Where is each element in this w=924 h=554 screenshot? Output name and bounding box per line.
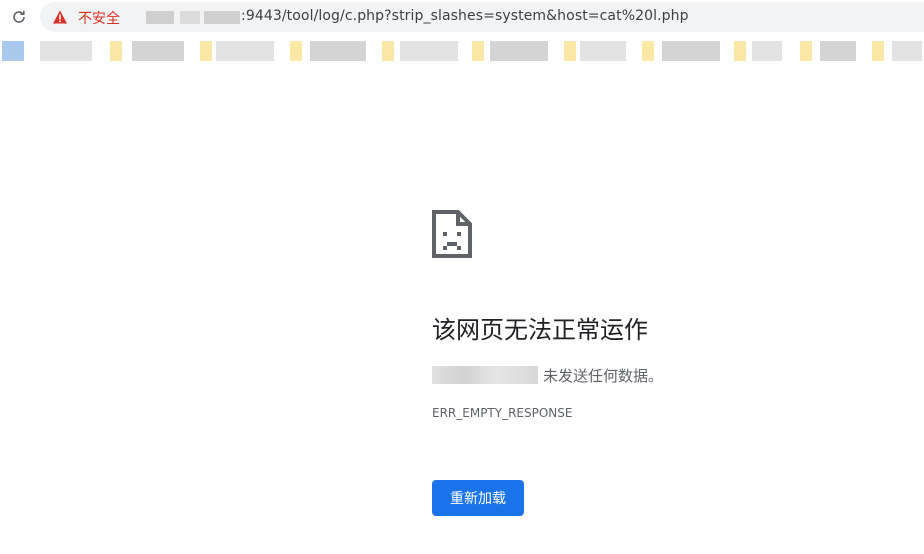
bookmark-item[interactable] bbox=[580, 41, 626, 61]
bookmark-folder-icon[interactable] bbox=[290, 41, 302, 61]
bookmark-folder-icon[interactable] bbox=[800, 41, 812, 61]
error-heading: 该网页无法正常运作 bbox=[432, 316, 648, 344]
redacted-host-block bbox=[146, 11, 174, 24]
bookmark-item[interactable] bbox=[752, 41, 782, 61]
bookmark-item[interactable] bbox=[216, 41, 274, 61]
bookmark-item[interactable] bbox=[132, 41, 184, 61]
reload-button[interactable]: 重新加载 bbox=[432, 480, 524, 516]
bookmark-folder-icon[interactable] bbox=[564, 41, 576, 61]
redacted-hostname bbox=[432, 366, 538, 384]
reload-icon[interactable] bbox=[8, 6, 30, 28]
bookmark-folder-icon[interactable] bbox=[642, 41, 654, 61]
error-code: ERR_EMPTY_RESPONSE bbox=[432, 406, 573, 420]
bookmark-item[interactable] bbox=[662, 41, 720, 61]
browser-toolbar: 不安全 :9443/tool/log/c.php?strip_slashes=s… bbox=[0, 0, 924, 34]
bookmark-item[interactable] bbox=[310, 41, 366, 61]
bookmark-item[interactable] bbox=[400, 41, 458, 61]
redacted-host-block bbox=[180, 11, 200, 24]
bookmark-folder-icon[interactable] bbox=[200, 41, 212, 61]
redacted-host-block bbox=[204, 11, 240, 24]
bookmark-folder-icon[interactable] bbox=[110, 41, 122, 61]
error-page: 该网页无法正常运作 未发送任何数据。 ERR_EMPTY_RESPONSE 重新… bbox=[432, 210, 892, 516]
sad-page-icon bbox=[432, 210, 472, 258]
url-text[interactable]: :9443/tool/log/c.php?strip_slashes=syste… bbox=[241, 8, 689, 24]
bookmark-item[interactable] bbox=[40, 41, 92, 61]
bookmark-folder-icon[interactable] bbox=[734, 41, 746, 61]
bookmark-item[interactable] bbox=[892, 41, 922, 61]
bookmark-item[interactable] bbox=[2, 41, 24, 61]
error-detail-text: 未发送任何数据。 bbox=[543, 367, 664, 385]
bookmark-item[interactable] bbox=[490, 41, 548, 61]
bookmark-folder-icon[interactable] bbox=[382, 41, 394, 61]
address-bar[interactable]: 不安全 :9443/tool/log/c.php?strip_slashes=s… bbox=[40, 2, 924, 32]
bookmark-item[interactable] bbox=[820, 41, 856, 61]
bookmark-folder-icon[interactable] bbox=[472, 41, 484, 61]
bookmarks-bar bbox=[0, 36, 924, 66]
warning-triangle-icon[interactable] bbox=[52, 9, 68, 25]
security-status-label[interactable]: 不安全 bbox=[78, 8, 120, 28]
bookmark-folder-icon[interactable] bbox=[872, 41, 884, 61]
